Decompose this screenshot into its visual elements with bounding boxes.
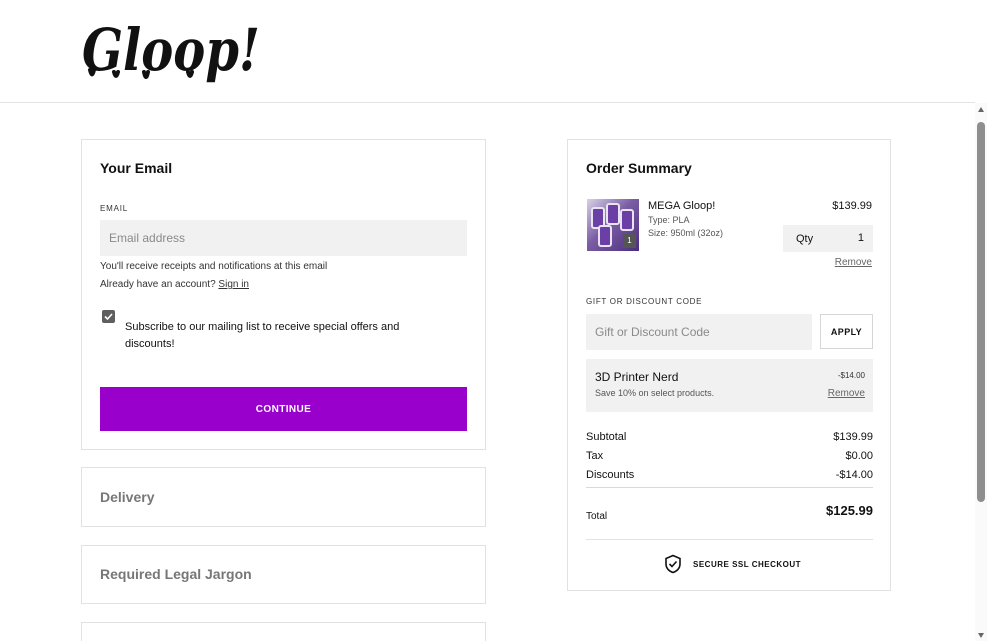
legal-section[interactable]: Required Legal Jargon bbox=[81, 545, 486, 604]
gift-code-label: GIFT OR DISCOUNT CODE bbox=[586, 297, 703, 306]
product-name: MEGA Gloop! bbox=[648, 200, 716, 212]
subtotal-label: Subtotal bbox=[586, 431, 627, 443]
remove-discount-link[interactable]: Remove bbox=[828, 388, 865, 399]
gloop-logo[interactable]: Gloop! bbox=[80, 14, 272, 84]
product-thumbnail: 1 bbox=[587, 199, 639, 251]
page-scrollbar[interactable] bbox=[975, 103, 987, 641]
delivery-section-title: Delivery bbox=[100, 489, 155, 505]
gift-code-input[interactable] bbox=[586, 314, 812, 350]
product-type: Type: PLA bbox=[648, 215, 690, 225]
tax-label: Tax bbox=[586, 450, 604, 462]
total-value: $125.99 bbox=[826, 503, 873, 518]
subtotal-value: $139.99 bbox=[833, 431, 873, 443]
product-qty-badge: 1 bbox=[623, 234, 636, 248]
discounts-row: Discounts -$14.00 bbox=[586, 469, 873, 481]
applied-discount: 3D Printer Nerd Save 10% on select produ… bbox=[586, 359, 873, 412]
delivery-section[interactable]: Delivery bbox=[81, 467, 486, 527]
discounts-label: Discounts bbox=[586, 469, 635, 481]
scroll-down-arrow-icon[interactable] bbox=[978, 633, 984, 638]
continue-button[interactable]: CONTINUE bbox=[100, 387, 467, 431]
site-header: Gloop! bbox=[0, 0, 975, 103]
discount-description: Save 10% on select products. bbox=[595, 388, 715, 398]
discount-name: 3D Printer Nerd bbox=[595, 370, 679, 384]
account-prompt: Already have an account? bbox=[100, 279, 216, 290]
shield-check-icon bbox=[665, 554, 681, 574]
tax-value: $0.00 bbox=[845, 450, 873, 462]
next-section[interactable] bbox=[81, 622, 486, 641]
email-field-label: EMAIL bbox=[100, 204, 129, 213]
order-summary-title: Order Summary bbox=[586, 160, 692, 176]
sign-in-link[interactable]: Sign in bbox=[218, 279, 249, 290]
email-help-receipts: You'll receive receipts and notification… bbox=[100, 261, 328, 272]
subtotal-row: Subtotal $139.99 bbox=[586, 431, 873, 443]
tax-row: Tax $0.00 bbox=[586, 450, 873, 462]
discounts-value: -$14.00 bbox=[835, 469, 873, 481]
order-summary: Order Summary 1 MEGA Gloop! Type: PLA Si… bbox=[567, 139, 891, 591]
qty-label: Qty bbox=[796, 233, 814, 245]
checkbox-check-icon bbox=[104, 313, 113, 321]
total-row: Total $125.99 bbox=[586, 503, 873, 524]
discount-amount: -$14.00 bbox=[837, 371, 865, 380]
subscribe-checkbox[interactable] bbox=[102, 310, 115, 323]
quantity-stepper[interactable]: Qty 1 bbox=[783, 225, 873, 252]
svg-text:Gloop!: Gloop! bbox=[82, 16, 260, 84]
apply-button[interactable]: APPLY bbox=[820, 314, 873, 349]
email-section: Your Email EMAIL You'll receive receipts… bbox=[81, 139, 486, 450]
qty-value[interactable]: 1 bbox=[858, 232, 864, 244]
email-field[interactable] bbox=[100, 220, 467, 256]
email-help-account: Already have an account? Sign in bbox=[100, 279, 249, 290]
remove-item-link[interactable]: Remove bbox=[835, 257, 872, 268]
secure-checkout-label: SECURE SSL CHECKOUT bbox=[693, 560, 802, 569]
subscribe-label[interactable]: Subscribe to our mailing list to receive… bbox=[125, 319, 445, 353]
legal-section-title: Required Legal Jargon bbox=[100, 566, 252, 582]
scroll-up-arrow-icon[interactable] bbox=[978, 107, 984, 112]
totals-divider bbox=[586, 487, 873, 488]
total-label: Total bbox=[586, 511, 608, 522]
product-size: Size: 950ml (32oz) bbox=[648, 228, 724, 238]
email-section-title: Your Email bbox=[100, 160, 173, 176]
secure-divider bbox=[586, 539, 873, 540]
product-price: $139.99 bbox=[832, 200, 872, 212]
scrollbar-thumb[interactable] bbox=[977, 122, 985, 502]
